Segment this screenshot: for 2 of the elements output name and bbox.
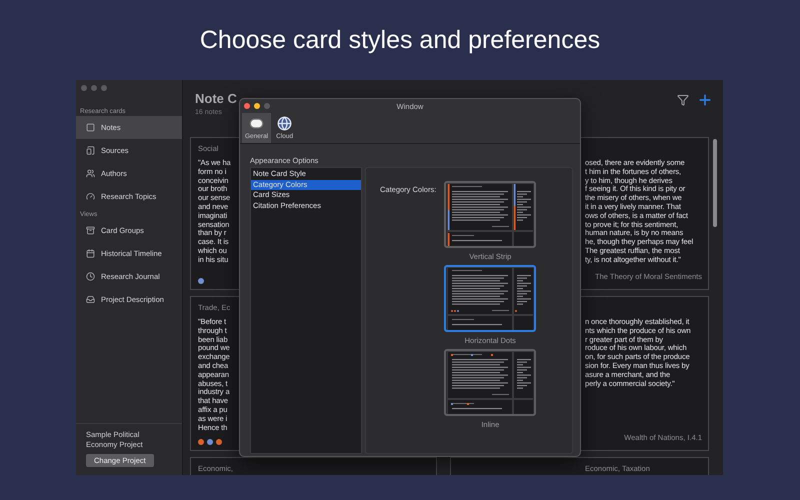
page-title: Note C xyxy=(195,92,237,106)
headline: Choose card styles and preferences xyxy=(198,24,602,56)
